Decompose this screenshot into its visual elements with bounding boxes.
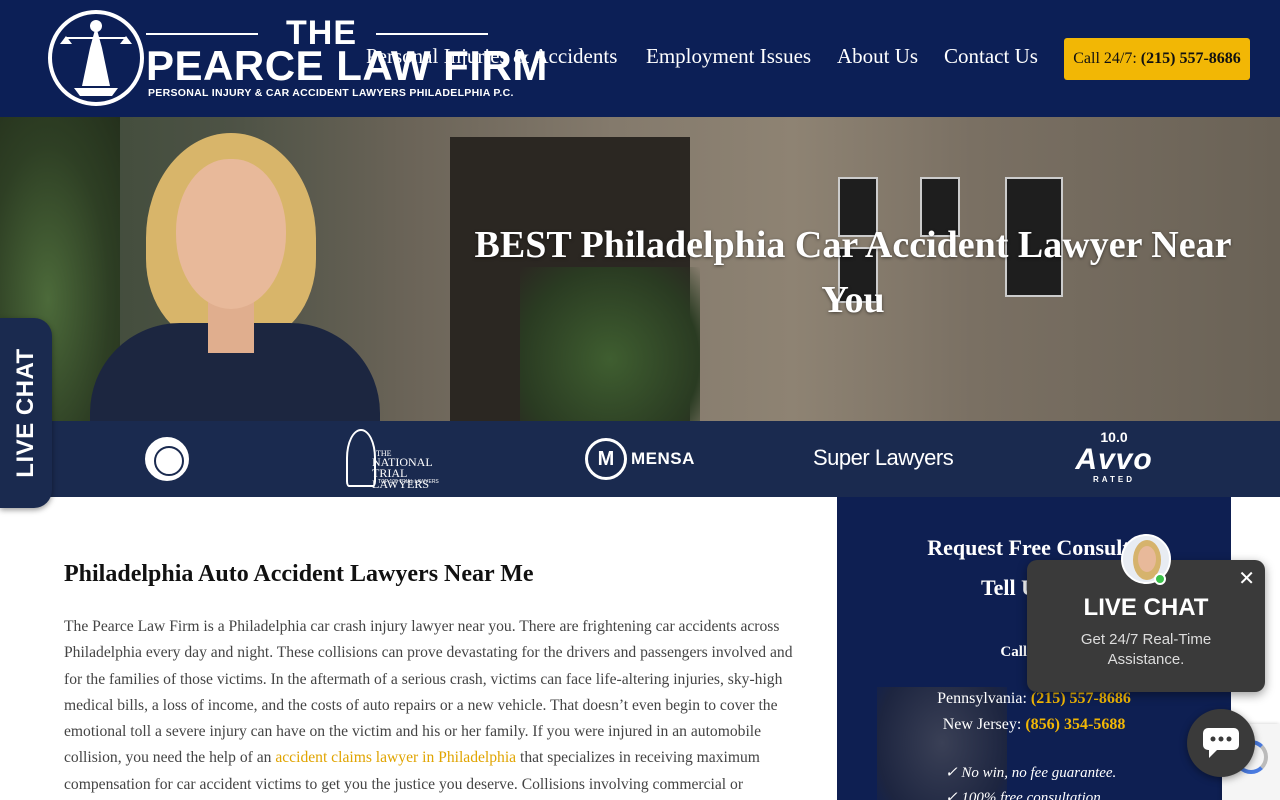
call-phone: (215) 557-8686: [1140, 50, 1241, 67]
credentials-bar: THE NATIONAL TRIAL LAWYERS TOP 100 TRIAL…: [0, 421, 1280, 497]
nav-employment-issues[interactable]: Employment Issues: [646, 44, 811, 69]
new-jersey-phone: New Jersey: (856) 354-5688: [942, 716, 1126, 733]
logo-rule-left: [146, 33, 258, 35]
new-jersey-phone-link[interactable]: (856) 354-5688: [1025, 716, 1125, 733]
intro-paragraph: The Pearce Law Firm is a Philadelphia ca…: [64, 618, 793, 793]
accident-claims-link[interactable]: accident claims lawyer in Philadelphia: [275, 749, 516, 766]
section-heading: Philadelphia Auto Accident Lawyers Near …: [64, 561, 534, 587]
logo-rule-right: [376, 33, 488, 35]
live-chat-side-tab[interactable]: LIVE CHAT: [0, 318, 52, 508]
live-chat-title: LIVE CHAT: [1083, 594, 1209, 621]
chat-bubble-icon: [1203, 728, 1239, 758]
pennsylvania-phone: Pennsylvania: (215) 557-8686: [937, 690, 1131, 707]
live-chat-subtitle: Get 24/7 Real-Time Assistance.: [1080, 631, 1212, 668]
pennsylvania-phone-link[interactable]: (215) 557-8686: [1031, 690, 1131, 707]
hero-banner: BEST Philadelphia Car Accident Lawyer Ne…: [0, 117, 1280, 421]
free-consultation-item: ✓ 100% free consultation.: [945, 790, 1105, 800]
hero-title: BEST Philadelphia Car Accident Lawyer Ne…: [474, 224, 1232, 321]
lady-justice-icon: [48, 10, 144, 106]
mensa-logo-icon: M: [585, 438, 627, 480]
guarantee-item: ✓ No win, no fee guarantee.: [945, 765, 1117, 781]
logo-tagline: PERSONAL INJURY & CAR ACCIDENT LAWYERS P…: [148, 87, 514, 99]
nav-about-us[interactable]: About Us: [837, 44, 918, 69]
national-trial-lawyers-badge: THE NATIONAL TRIAL LAWYERS TOP 100 TRIAL…: [346, 429, 458, 490]
close-icon[interactable]: ✕: [1238, 566, 1255, 591]
call-prefix: Call 24/7:: [1073, 50, 1137, 67]
avvo-badge: 10.0 Avvo RATED: [1075, 429, 1153, 484]
nav-personal-injuries[interactable]: Personal Injuries & Accidents: [366, 44, 617, 69]
call-button[interactable]: Call 24/7: (215) 557-8686: [1064, 38, 1250, 80]
site-header: THE PEARCE LAW FIRM PERSONAL INJURY & CA…: [0, 0, 1280, 117]
nav-contact-us[interactable]: Contact Us: [944, 44, 1038, 69]
consultation-heading: Request Free Consulta: [927, 535, 1141, 560]
online-status-icon: [1154, 573, 1166, 585]
bar-association-seal-icon: [145, 437, 189, 481]
mensa-badge: M MENSA: [585, 437, 695, 481]
attorney-photo: [80, 133, 380, 421]
chat-launcher-button[interactable]: [1187, 709, 1255, 777]
live-chat-side-label: LIVE CHAT: [12, 348, 39, 478]
super-lawyers-badge: Super Lawyers: [813, 445, 954, 470]
